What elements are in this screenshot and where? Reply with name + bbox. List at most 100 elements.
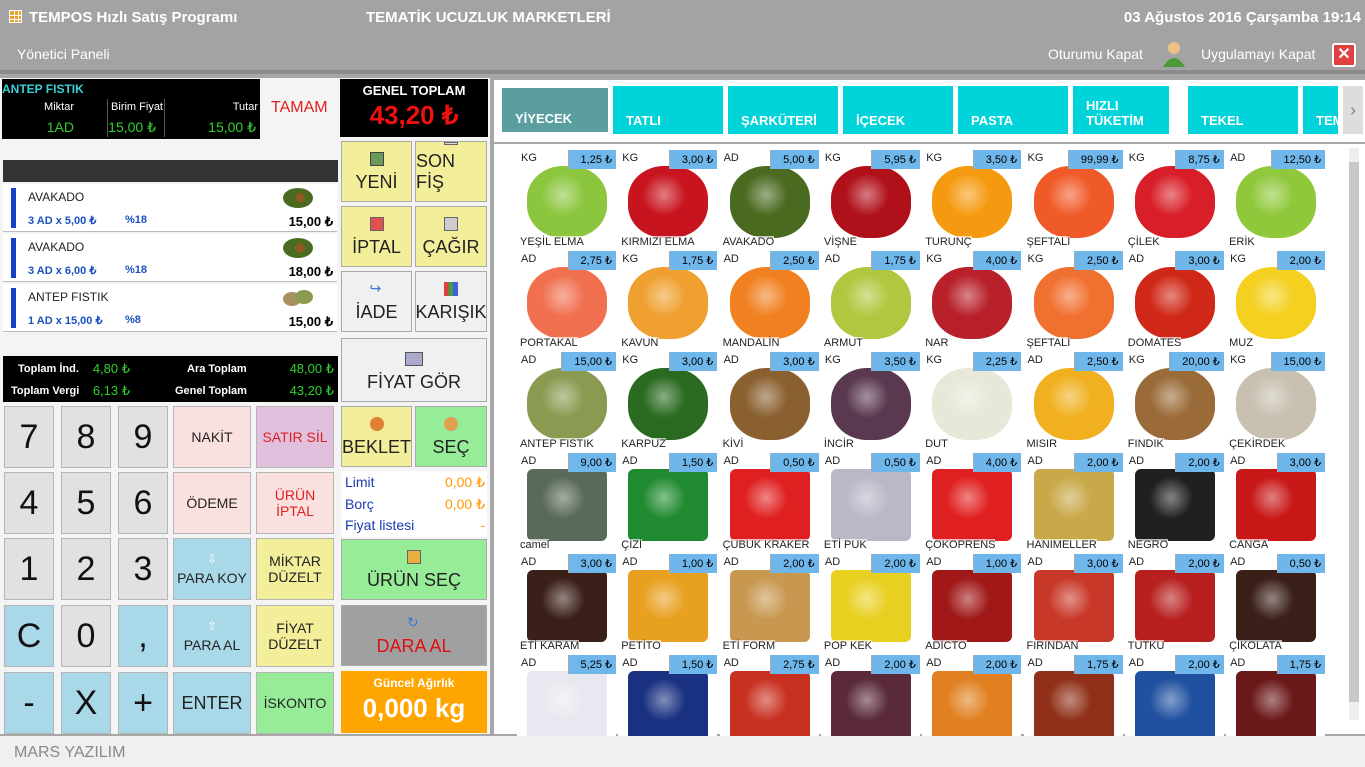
urun-iptal-button[interactable]: ÜRÜN İPTAL <box>256 472 334 534</box>
product-tile[interactable]: AD 2,75 ₺ PORTAKAL <box>517 249 616 349</box>
tab-tatli[interactable]: TATLI <box>613 86 723 134</box>
product-tile[interactable]: KG 2,00 ₺ MUZ <box>1226 249 1326 349</box>
key-1[interactable]: 1 <box>4 538 54 600</box>
karisik-button[interactable]: KARIŞIK <box>415 271 487 332</box>
key-multiply[interactable]: X <box>61 672 111 734</box>
product-tile[interactable]: KG 3,00 ₺ KIRMIZI ELMA <box>618 148 718 248</box>
product-tile[interactable]: AD 1,00 ₺ PETİTO <box>618 552 718 652</box>
urun-sec-button[interactable]: ÜRÜN SEÇ <box>341 539 487 600</box>
para-koy-button[interactable]: ⇩ PARA KOY <box>173 538 251 600</box>
tamam-button[interactable]: TAMAM <box>271 99 328 117</box>
sec-button[interactable]: SEÇ <box>415 406 487 467</box>
tab-pasta[interactable]: PASTA <box>958 86 1068 134</box>
fiyat-gor-button[interactable]: FİYAT GÖR <box>341 338 487 402</box>
admin-panel-link[interactable]: Yönetici Paneli <box>17 46 110 62</box>
grid-scrollbar[interactable] <box>1349 148 1359 720</box>
product-tile[interactable]: AD 3,00 ₺ CANGA <box>1226 451 1326 551</box>
exit-link[interactable]: Uygulamayı Kapat <box>1201 46 1315 62</box>
product-tile[interactable]: KG 20,00 ₺ FINDIK <box>1124 350 1224 450</box>
list-item[interactable]: AVAKADO 3 AD x 6,00 ₺ %18 18,00 ₺ <box>3 234 337 282</box>
product-tile[interactable]: AD 2,00 ₺ POP KEK <box>820 552 920 652</box>
iade-button[interactable]: ↪ İADE <box>341 271 412 332</box>
satir-sil-button[interactable]: SATIR SİL <box>256 406 334 468</box>
scrollbar-thumb[interactable] <box>1349 162 1359 702</box>
list-item[interactable]: ANTEP FISTIK 1 AD x 15,00 ₺ %8 15,00 ₺ <box>3 284 337 332</box>
yeni-button[interactable]: YENİ <box>341 141 412 202</box>
product-tile[interactable]: AD 2,00 ₺ TUTKU <box>1124 552 1224 652</box>
list-item[interactable]: AVAKADO 3 AD x 5,00 ₺ %18 15,00 ₺ <box>3 184 337 232</box>
product-tile[interactable]: KG 1,25 ₺ YEŞİL ELMA <box>517 148 616 248</box>
tab-icecek[interactable]: İÇECEK <box>843 86 953 134</box>
user-icon[interactable] <box>1160 39 1188 67</box>
key-5[interactable]: 5 <box>61 472 111 534</box>
product-tile[interactable]: KG 4,00 ₺ NAR <box>922 249 1022 349</box>
key-minus[interactable]: - <box>4 672 54 734</box>
product-tile[interactable]: AD 1,50 ₺ ÇİZİ <box>618 451 718 551</box>
tab-sarkuteri[interactable]: ŞARKÜTERİ <box>728 86 838 134</box>
logout-link[interactable]: Oturumu Kapat <box>1048 46 1143 62</box>
product-unit: KG <box>521 152 537 164</box>
key-3[interactable]: 3 <box>118 538 168 600</box>
dara-al-button[interactable]: ↻ DARA AL <box>341 605 487 666</box>
product-tile[interactable]: AD 0,50 ₺ ETİ PUK <box>820 451 920 551</box>
scroll-right-button[interactable]: › <box>1343 86 1363 134</box>
product-tile[interactable]: AD 3,00 ₺ FIRINDAN <box>1023 552 1123 652</box>
key-7[interactable]: 7 <box>4 406 54 468</box>
miktar-duzelt-button[interactable]: MİKTAR DÜZELT <box>256 538 334 600</box>
product-tile[interactable]: KG 1,75 ₺ KAVUN <box>618 249 718 349</box>
product-image <box>1134 671 1215 743</box>
key-c[interactable]: C <box>4 605 54 667</box>
product-tile[interactable]: AD 2,00 ₺ ETİ FORM <box>719 552 819 652</box>
tab-yiyecek[interactable]: YİYECEK <box>500 86 610 134</box>
product-tile[interactable]: KG 5,95 ₺ VİŞNE <box>820 148 920 248</box>
iskonto-button[interactable]: İSKONTO <box>256 672 334 734</box>
product-tile[interactable]: KG 3,50 ₺ İNCİR <box>820 350 920 450</box>
product-tile[interactable]: AD 3,00 ₺ DOMATES <box>1124 249 1224 349</box>
iptal-button[interactable]: İPTAL <box>341 206 412 267</box>
product-tile[interactable]: KG 3,00 ₺ KARPUZ <box>618 350 718 450</box>
item-total: 18,00 ₺ <box>288 264 333 279</box>
odeme-button[interactable]: ÖDEME <box>173 472 251 534</box>
para-al-button[interactable]: ⇧ PARA AL <box>173 605 251 667</box>
tab-tekel[interactable]: TEKEL <box>1188 86 1298 134</box>
son-fis-button[interactable]: SON FİŞ <box>415 141 487 202</box>
product-tile[interactable]: KG 99,99 ₺ ŞEFTALİ <box>1023 148 1123 248</box>
nakit-button[interactable]: NAKİT <box>173 406 251 468</box>
close-icon[interactable]: ✕ <box>1332 43 1356 67</box>
product-tile[interactable]: KG 15,00 ₺ ÇEKİRDEK <box>1226 350 1326 450</box>
product-tile[interactable]: AD 12,50 ₺ ERİK <box>1226 148 1326 248</box>
key-8[interactable]: 8 <box>61 406 111 468</box>
beklet-button[interactable]: BEKLET <box>341 406 412 467</box>
product-tile[interactable]: AD 1,00 ₺ ADİCTO <box>922 552 1022 652</box>
tab-tem[interactable]: TEM <box>1303 86 1338 134</box>
product-unit: AD <box>926 455 942 467</box>
product-tile[interactable]: AD 5,00 ₺ AVAKADO <box>719 148 819 248</box>
product-tile[interactable]: KG 3,50 ₺ TURUNÇ <box>922 148 1022 248</box>
product-tile[interactable]: KG 2,25 ₺ DUT <box>922 350 1022 450</box>
product-tile[interactable]: AD 3,00 ₺ ETİ KARAM <box>517 552 616 652</box>
product-tile[interactable]: KG 8,75 ₺ ÇİLEK <box>1124 148 1224 248</box>
key-0[interactable]: 0 <box>61 605 111 667</box>
product-tile[interactable]: AD 1,75 ₺ ARMUT <box>820 249 920 349</box>
enter-button[interactable]: ENTER <box>173 672 251 734</box>
cagir-button[interactable]: ÇAĞIR <box>415 206 487 267</box>
product-tile[interactable]: AD 2,50 ₺ MISIR <box>1023 350 1123 450</box>
product-tile[interactable]: KG 2,50 ₺ ŞEFTALİ <box>1023 249 1123 349</box>
product-tile[interactable]: AD 3,00 ₺ KİVİ <box>719 350 819 450</box>
product-tile[interactable]: AD 15,00 ₺ ANTEP FISTIK <box>517 350 616 450</box>
key-9[interactable]: 9 <box>118 406 168 468</box>
key-plus[interactable]: + <box>118 672 168 734</box>
key-6[interactable]: 6 <box>118 472 168 534</box>
key-4[interactable]: 4 <box>4 472 54 534</box>
product-tile[interactable]: AD 2,50 ₺ MANDALİN <box>719 249 819 349</box>
product-tile[interactable]: AD 2,00 ₺ HANIMELLER <box>1023 451 1123 551</box>
product-tile[interactable]: AD 0,50 ₺ ÇİKOLATA <box>1226 552 1326 652</box>
product-tile[interactable]: AD 2,00 ₺ NEGRO <box>1124 451 1224 551</box>
product-tile[interactable]: AD 0,50 ₺ ÇUBUK KRAKER <box>719 451 819 551</box>
product-tile[interactable]: AD 4,00 ₺ ÇOKOPRENS <box>922 451 1022 551</box>
tab-hizli-tuketim[interactable]: HIZLI TÜKETİM <box>1073 86 1169 134</box>
key-2[interactable]: 2 <box>61 538 111 600</box>
product-tile[interactable]: AD 9,00 ₺ camel <box>517 451 616 551</box>
fiyat-duzelt-button[interactable]: FİYAT DÜZELT <box>256 605 334 667</box>
key-comma[interactable]: , <box>118 605 168 667</box>
